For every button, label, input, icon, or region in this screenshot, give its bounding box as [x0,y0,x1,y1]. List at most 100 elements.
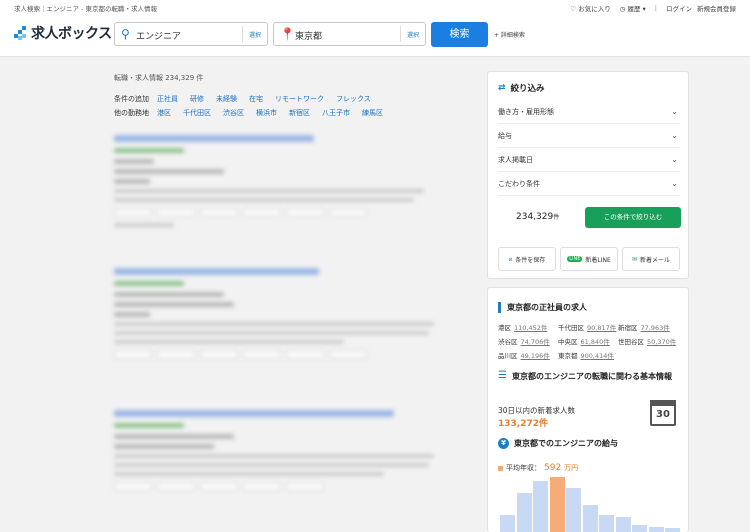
salary-bar [632,524,647,532]
salary-histogram [500,472,680,532]
detail-search-link[interactable]: + 詳細検索 [494,30,525,39]
area-link[interactable]: 横浜市 [256,108,277,118]
area-name[interactable]: 港区 [498,324,511,332]
job-card-blurred[interactable] [114,410,454,491]
area-link[interactable]: 渋谷区 [223,108,244,118]
salary-bar [566,488,581,532]
mail-notify-button[interactable]: ✉ 新着メール [622,247,680,271]
basic-info-title: ☰ 東京都のエンジニアの転職に関わる基本情報 [498,370,672,381]
stats-panel: 東京都の正社員の求人 港区 110,452件 千代田区 90,817件 新宿区 77,… [487,287,689,532]
favorite-link[interactable]: ♡ お気に入り [570,3,610,13]
condition-link[interactable]: 研修 [190,94,204,104]
top-bar: 求人検索｜エンジニア - 東京都の転職・求人情報 ♡ お気に入り ◷ 履歴 ▾ … [0,0,750,14]
area-count[interactable]: 49,196件 [521,352,550,360]
chevron-down-icon: ⌄ [671,155,678,164]
condition-link[interactable]: 在宅 [249,94,263,104]
area-count[interactable]: 77,963件 [641,324,670,332]
area-count[interactable]: 50,370件 [647,338,676,346]
apply-filter-button[interactable]: この条件で絞り込む [585,207,681,228]
filter-sliders-icon: ⇄ [498,83,506,93]
filter-title: ⇄ 絞り込み [498,83,545,94]
register-link[interactable]: 新規会員登録 [697,3,736,13]
area-count[interactable]: 74,706件 [521,338,550,346]
clock-icon: ◷ [619,5,626,13]
location-input[interactable]: 東京都 [295,29,322,42]
filter-row-employment[interactable]: 働き方・雇用形態 ⌄ [498,100,680,124]
salary-title: ¥ 東京都でのエンジニアの給与 [498,438,618,449]
condition-link[interactable]: 未経験 [216,94,237,104]
keyword-select-button[interactable]: 選択 [241,26,267,42]
salary-bar [516,492,532,532]
area-name[interactable]: 新宿区 [618,324,638,332]
location-search-box[interactable]: 📍 東京都 選択 [273,22,426,46]
condition-link[interactable]: フレックス [336,94,371,104]
keyword-search-box[interactable]: ⚲ エンジニア 選択 [114,22,268,46]
keyword-input[interactable]: エンジニア [136,29,181,42]
area-name[interactable]: 渋谷区 [498,338,518,346]
login-link[interactable]: ログイン [666,3,692,13]
chevron-down-icon: ⌄ [671,107,678,116]
top-nav: ♡ お気に入り ◷ 履歴 ▾ | ログイン [570,3,692,13]
line-icon: LINE [567,256,583,262]
area-name[interactable]: 中央区 [558,338,578,346]
salary-bar [665,528,680,532]
salary-bar [615,517,631,532]
calendar-icon: 30 [650,400,676,426]
site-header: 求人ボックス ⚲ エンジニア 選択 📍 東京都 選択 検索 + 詳細検索 [0,14,750,57]
heart-icon: ♡ [570,5,577,13]
areas-label: 他の勤務地 [114,109,149,117]
new-jobs-label: 30日以内の新着求人数 [498,406,576,415]
salary-bar [533,480,548,532]
area-name[interactable]: 千代田区 [558,324,584,332]
condition-link[interactable]: 正社員 [157,94,178,104]
paperclip-icon: ⌀ [508,255,513,263]
job-card-blurred[interactable] [114,135,454,232]
condition-link[interactable]: リモートワーク [275,94,324,104]
filter-panel: ⇄ 絞り込み 働き方・雇用形態 ⌄ 給与 ⌄ 求人掲載日 ⌄ こだわり条件 ⌄ 234,… [487,71,689,279]
site-logo[interactable]: 求人ボックス [14,23,112,43]
area-jobs-title: 東京都の正社員の求人 [498,302,587,313]
filter-row-salary[interactable]: 給与 ⌄ [498,124,680,148]
filter-result-count: 234,329件 [516,212,560,222]
line-notify-button[interactable]: LINE 新着LINE [560,247,618,271]
area-name[interactable]: 東京都 [558,352,578,360]
area-count[interactable]: 900,414件 [581,352,614,360]
logo-text: 求人ボックス [31,26,112,42]
chevron-down-icon: ⌄ [671,131,678,140]
area-links: 他の勤務地 港区 千代田区 渋谷区 横浜市 新宿区 八王子市 練馬区 [114,108,383,118]
salary-bar [549,477,565,532]
legend-swatch [498,465,503,471]
search-button[interactable]: 検索 [431,22,488,47]
salary-bar [599,514,614,532]
breadcrumb[interactable]: 求人検索｜エンジニア - 東京都の転職・求人情報 [14,3,157,13]
salary-bar [582,505,598,532]
area-link[interactable]: 新宿区 [289,108,310,118]
list-icon: ☰ [498,370,507,381]
filter-row-preferences[interactable]: こだわり条件 ⌄ [498,172,680,196]
area-link[interactable]: 港区 [157,108,171,118]
condition-links: 条件の追加 正社員 研修 未経験 在宅 リモートワーク フレックス [114,94,371,104]
history-link[interactable]: ◷ 履歴 ▾ [620,3,646,13]
salary-bar [500,514,515,532]
logo-mark-icon [14,26,28,40]
chevron-down-icon: ⌄ [671,179,678,188]
filter-row-posted-date[interactable]: 求人掲載日 ⌄ [498,148,680,172]
location-select-button[interactable]: 選択 [399,26,425,42]
area-jobs-grid: 港区 110,452件 千代田区 90,817件 新宿区 77,963件 渋谷区 74,… [498,320,680,362]
area-link[interactable]: 八王子市 [322,108,350,118]
search-icon: ⚲ [121,27,130,41]
new-jobs-value: 133,272件 [498,419,548,429]
save-condition-button[interactable]: ⌀ 条件を保存 [498,247,556,271]
yen-coin-icon: ¥ [498,438,509,449]
area-name[interactable]: 世田谷区 [618,338,644,346]
area-count[interactable]: 61,840件 [581,338,610,346]
job-card-blurred[interactable] [114,268,454,359]
chevron-down-icon: ▾ [642,5,646,13]
divider: | [654,4,657,12]
area-link[interactable]: 千代田区 [183,108,211,118]
area-count[interactable]: 90,817件 [587,324,616,332]
area-count[interactable]: 110,452件 [514,324,547,332]
area-link[interactable]: 練馬区 [362,108,383,118]
area-name[interactable]: 品川区 [498,352,518,360]
mail-icon: ✉ [631,255,637,263]
